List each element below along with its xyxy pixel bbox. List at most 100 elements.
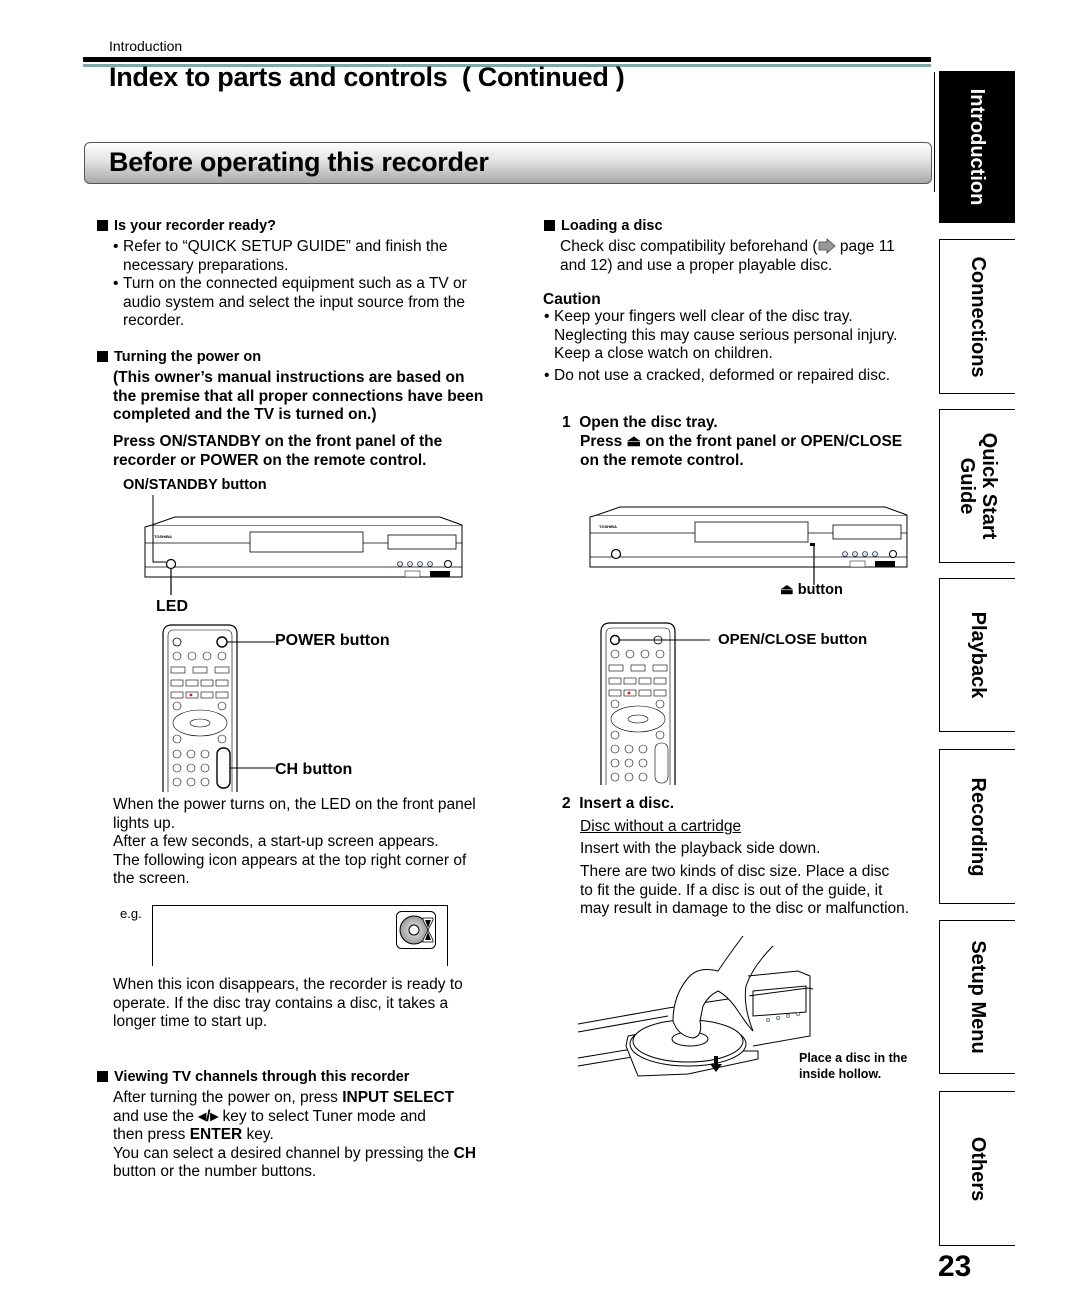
text-line: Place a disc in the xyxy=(799,1051,908,1065)
text-line: Refer to “QUICK SETUP GUIDE” and finish … xyxy=(123,238,448,255)
text-line: Press ON/STANDBY on the front panel of t… xyxy=(113,433,443,450)
power-button-label: POWER button xyxy=(275,632,390,649)
bullet-item: Keep your fingers well clear of the disc… xyxy=(544,308,934,364)
square-bullet-icon xyxy=(97,1071,108,1082)
power-instruction: Press ON/STANDBY on the front panel of t… xyxy=(113,433,523,470)
ready-description: When this icon disappears, the recorder … xyxy=(113,976,523,1032)
step-number: 1 xyxy=(562,414,571,431)
text-line: button or the number buttons. xyxy=(113,1163,317,1180)
power-on-description: When the power turns on, the LED on the … xyxy=(113,796,523,889)
step-2-paragraph: There are two kinds of disc size. Place … xyxy=(580,863,940,919)
side-tab-quick-start-guide[interactable]: Quick Start Guide xyxy=(939,409,1015,563)
text-line: Turn on the connected equipment such as … xyxy=(123,275,467,292)
step-1-instruction: Press ⏏ on the front panel or OPEN/CLOSE… xyxy=(580,433,940,470)
side-tab-label: Setup Menu xyxy=(966,940,989,1054)
side-tab-setup-menu[interactable]: Setup Menu xyxy=(939,920,1015,1074)
power-note: (This owner’s manual instructions are ba… xyxy=(113,369,523,425)
eject-button xyxy=(810,543,815,546)
side-tab-connections[interactable]: Connections xyxy=(939,239,1015,394)
text-line: operate. If the disc tray contains a dis… xyxy=(113,994,449,1012)
power-button xyxy=(216,636,228,648)
text-line: longer time to start up. xyxy=(113,1013,268,1030)
text-line: recorder or POWER on the remote control. xyxy=(113,451,427,469)
page-title: Index to parts and controls ( Continued … xyxy=(109,62,625,92)
side-tab-label: Playback xyxy=(966,611,989,699)
recorder-front-panel-illustration: TOSHIBA xyxy=(589,506,908,585)
text-span: After turning the power on, press xyxy=(113,1089,343,1106)
eject-icon: ⏏ xyxy=(780,582,794,598)
text-line: inside hollow. xyxy=(799,1067,882,1081)
text-line: the screen. xyxy=(113,870,190,887)
page-reference-link[interactable]: page 11 xyxy=(836,238,895,255)
side-tab-label: Recording xyxy=(966,777,989,876)
text-line: When this icon disappears, the recorder … xyxy=(113,976,463,993)
heading-text: Is your recorder ready? xyxy=(114,218,276,234)
text-line: Keep your fingers well clear of the disc… xyxy=(554,308,853,325)
heading-text: Loading a disc xyxy=(561,218,663,234)
eject-button-label: ⏏ button xyxy=(780,582,843,598)
heading-text: Turning the power on xyxy=(114,349,262,365)
heading-turning-power-on: Turning the power on xyxy=(97,349,261,365)
text-line: Keep a close watch on children. xyxy=(554,345,773,362)
led-indicator xyxy=(165,558,177,570)
ready-bullets: Refer to “QUICK SETUP GUIDE” and finish … xyxy=(113,238,523,331)
text-line: The following icon appears at the top ri… xyxy=(113,851,467,869)
side-tab-recording[interactable]: Recording xyxy=(939,749,1015,904)
label-text: button xyxy=(797,582,843,598)
text-span: You can select a desired channel by pres… xyxy=(113,1144,454,1162)
caution-bullets: Keep your fingers well clear of the disc… xyxy=(544,308,934,385)
loading-description: Check disc compatibility beforehand ( pa… xyxy=(560,238,935,275)
text-line: When the power turns on, the LED on the … xyxy=(113,796,476,813)
side-tab-label: Connections xyxy=(966,255,989,378)
text-span: key. xyxy=(242,1126,274,1143)
heading-recorder-ready: Is your recorder ready? xyxy=(97,218,276,234)
text-line: Check disc compatibility beforehand ( pa… xyxy=(560,238,935,257)
text-line: to fit the guide. If a disc is out of th… xyxy=(580,881,883,899)
text-line: (This owner’s manual instructions are ba… xyxy=(113,369,465,386)
bullet-item: Refer to “QUICK SETUP GUIDE” and finish … xyxy=(113,238,523,275)
side-tab-playback[interactable]: Playback xyxy=(939,578,1015,732)
text-span: Press xyxy=(580,433,627,450)
square-bullet-icon xyxy=(544,220,555,231)
eject-icon: ⏏ xyxy=(626,433,642,450)
side-tab-label: Introduction xyxy=(966,88,988,206)
page-number: 23 xyxy=(938,1250,972,1283)
startup-disc-hourglass-icon xyxy=(396,911,436,949)
disc-insertion-illustration xyxy=(577,935,814,1077)
ch-button-label: CH button xyxy=(275,761,353,778)
text-line: Neglecting this may cause serious person… xyxy=(554,326,898,344)
text-line: the premise that all proper connections … xyxy=(113,387,484,405)
text-line: and use the ◂/▸ key to select Tuner mode… xyxy=(113,1108,523,1127)
square-bullet-icon xyxy=(97,220,108,231)
remote-control-illustration xyxy=(600,622,710,785)
bullet-item: Turn on the connected equipment such as … xyxy=(113,275,523,331)
brand-text: TOSHIBA xyxy=(599,524,617,529)
disc-placement-caption: Place a disc in the inside hollow. xyxy=(799,1050,907,1082)
section-breadcrumb: Introduction xyxy=(109,38,183,54)
ch-button xyxy=(216,747,231,789)
step-title: Insert a disc. xyxy=(579,795,675,812)
led-label: LED xyxy=(156,598,188,615)
side-tab-label-line2: Guide xyxy=(955,457,978,515)
step-number: 2 xyxy=(562,795,571,812)
viewing-description: After turning the power on, press INPUT … xyxy=(113,1089,523,1182)
side-tab-others[interactable]: Others xyxy=(939,1091,1015,1246)
text-line: and 12) and use a proper playable disc. xyxy=(560,256,833,274)
left-right-arrow-icon: ◂/▸ xyxy=(198,1107,219,1125)
side-tab-label: Others xyxy=(966,1136,989,1201)
step-2-subtitle: Disc without a cartridge xyxy=(580,818,742,835)
text-line: Press ⏏ on the front panel or OPEN/CLOSE xyxy=(580,433,940,452)
text-line: lights up. xyxy=(113,814,176,832)
step-2-line: Insert with the playback side down. xyxy=(580,840,821,857)
side-tab-label: Quick Start Guide xyxy=(956,433,1000,540)
key-name-input-select: INPUT SELECT xyxy=(342,1089,455,1106)
open-close-button-label: OPEN/CLOSE button xyxy=(718,631,868,648)
section-title: Before operating this recorder xyxy=(109,147,489,177)
text-line: After a few seconds, a start-up screen a… xyxy=(113,833,439,850)
text-line: on the remote control. xyxy=(580,451,744,469)
key-name-enter: ENTER xyxy=(189,1126,243,1143)
text-line: completed and the TV is turned on.) xyxy=(113,406,377,423)
text-line: After turning the power on, press INPUT … xyxy=(113,1089,523,1108)
side-tab-introduction[interactable]: Introduction xyxy=(939,71,1015,223)
text-line: There are two kinds of disc size. Place … xyxy=(580,863,890,880)
